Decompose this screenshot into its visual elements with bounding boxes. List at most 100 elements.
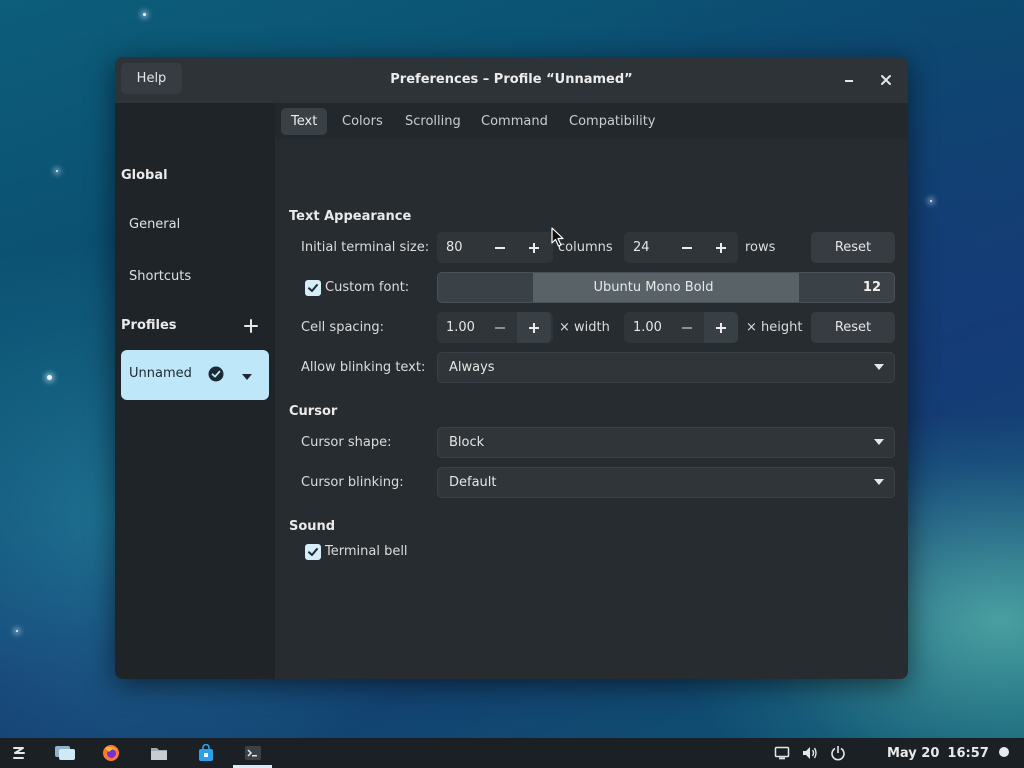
font-name: Ubuntu Mono Bold [593,280,714,295]
firefox-button[interactable] [101,743,121,763]
profile-menu-button[interactable] [241,370,253,380]
cursor-shape-value: Block [449,435,485,450]
power-icon [831,746,845,761]
tab-bar: Text Colors Scrolling Command Compatibil… [275,103,908,139]
blinking-text-value: Always [449,360,495,375]
custom-font-label[interactable]: Custom font: [325,280,409,295]
columns-spinbutton[interactable]: 80 [437,232,553,263]
sidebar-item-shortcuts[interactable]: Shortcuts [129,269,191,284]
cell-width-increment-button[interactable] [517,312,551,343]
app-menu-button[interactable] [9,743,29,763]
star [47,375,52,380]
clock[interactable]: May 20 16:57 [887,738,989,768]
font-size: 12 [862,280,881,295]
cell-width-spinbutton[interactable]: 1.00 [437,312,553,343]
clock-date: May 20 [887,745,940,761]
cell-height-decrement-button[interactable] [670,312,704,343]
window-switcher-button[interactable] [53,743,77,763]
size-reset-button[interactable]: Reset [811,232,895,263]
sidebar-item-general[interactable]: General [129,217,180,232]
close-button[interactable] [874,68,898,92]
tab-colors[interactable]: Colors [332,108,393,135]
text-appearance-heading: Text Appearance [289,209,412,224]
chevron-down-icon [874,439,884,445]
star [56,170,58,172]
profile-name: Unnamed [129,366,192,381]
tab-compatibility[interactable]: Compatibility [559,108,666,135]
add-profile-button[interactable] [242,317,260,335]
plus-icon [244,319,258,333]
cursor-heading: Cursor [289,404,338,419]
blinking-text-dropdown[interactable]: Always [437,352,895,383]
star [930,200,932,202]
taskbar: May 20 16:57 [0,738,1024,768]
columns-decrement-button[interactable] [483,232,517,263]
star [16,630,18,632]
cursor-blinking-dropdown[interactable]: Default [437,467,895,498]
tab-scrolling[interactable]: Scrolling [395,108,471,135]
chevron-down-icon [874,364,884,370]
rows-unit-label: rows [745,240,776,255]
rows-decrement-button[interactable] [670,232,704,263]
rows-increment-button[interactable] [704,232,738,263]
window-switcher-icon [55,746,75,760]
profiles-heading: Profiles [121,318,177,333]
columns-unit-label: columns [558,240,613,255]
cell-height-spinbutton[interactable]: 1.00 [624,312,738,343]
store-icon [199,744,213,761]
plus-icon [529,322,539,333]
minus-icon [682,326,692,329]
terminal-bell-checkbox[interactable] [305,544,321,560]
width-unit-label: × width [559,320,610,335]
volume-button[interactable] [800,743,820,763]
files-button[interactable] [149,743,169,763]
terminal-size-label: Initial terminal size: [301,240,430,255]
preferences-window: Help Preferences – Profile “Unnamed” Glo… [115,57,908,679]
terminal-bell-label[interactable]: Terminal bell [325,544,408,559]
columns-increment-button[interactable] [517,232,551,263]
cell-height-increment-button[interactable] [704,312,738,343]
cell-width-value[interactable]: 1.00 [437,312,475,343]
minus-icon [682,246,692,249]
spacing-reset-button[interactable]: Reset [811,312,895,343]
minimize-icon [845,80,853,82]
display-button[interactable] [772,743,792,763]
columns-value[interactable]: 80 [437,232,463,263]
volume-icon [803,747,817,759]
title-bar[interactable]: Help Preferences – Profile “Unnamed” [115,57,908,103]
tab-command[interactable]: Command [471,108,558,135]
cursor-shape-dropdown[interactable]: Block [437,427,895,458]
custom-font-checkbox[interactable] [305,280,321,296]
software-store-button[interactable] [196,743,216,763]
blinking-text-label: Allow blinking text: [301,360,426,375]
cell-width-decrement-button[interactable] [483,312,517,343]
power-button[interactable] [828,743,848,763]
main-panel: Text Colors Scrolling Command Compatibil… [275,103,908,679]
clock-time: 16:57 [947,745,989,761]
profile-item-unnamed[interactable]: Unnamed [121,350,269,400]
rows-spinbutton[interactable]: 24 [624,232,738,263]
mouse-pointer-icon [551,227,564,247]
global-heading: Global [121,168,168,183]
cursor-blinking-value: Default [449,475,497,490]
sound-heading: Sound [289,519,336,534]
plus-icon [716,242,726,253]
terminal-button[interactable] [243,743,263,763]
checkmark-icon [308,548,318,556]
cell-height-value[interactable]: 1.00 [624,312,662,343]
font-chooser-button[interactable]: Ubuntu Mono Bold 12 [437,272,895,303]
plus-icon [529,242,539,253]
cursor-shape-label: Cursor shape: [301,435,392,450]
firefox-icon [103,745,119,761]
help-button[interactable]: Help [121,63,182,94]
height-unit-label: × height [746,320,803,335]
terminal-icon [245,746,261,760]
minus-icon [495,246,505,249]
sidebar: Global General Shortcuts Profiles Unname… [115,103,275,679]
tab-text[interactable]: Text [281,108,328,135]
files-icon [151,748,167,760]
minimize-button[interactable] [837,68,861,92]
rows-value[interactable]: 24 [624,232,650,263]
zorin-menu-icon [13,747,25,759]
notification-indicator[interactable] [999,747,1009,757]
